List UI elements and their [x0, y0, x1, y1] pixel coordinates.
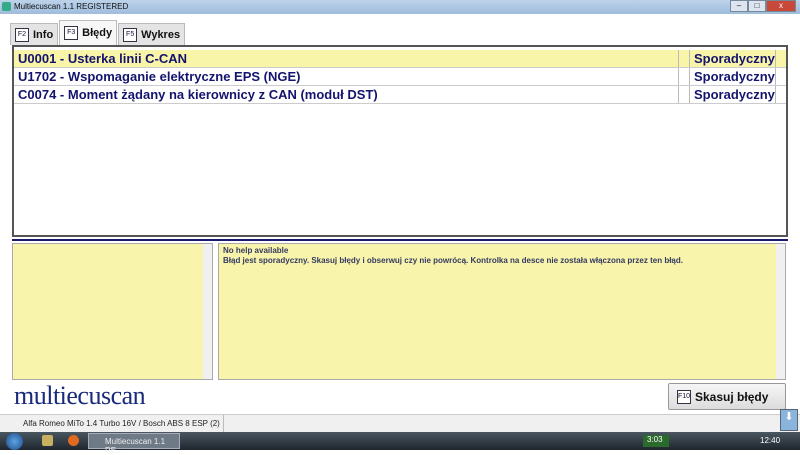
- error-status: Sporadyczny: [689, 68, 775, 85]
- button-label: Skasuj błędy: [695, 389, 769, 404]
- tab-bar: F2 Info F3 Błędy F5 Wykres: [10, 20, 186, 45]
- vehicle-info: Alfa Romeo MiTo 1.4 Turbo 16V / Bosch AB…: [20, 415, 224, 432]
- error-row[interactable]: U1702 - Wspomaganie elektryczne EPS (NGE…: [14, 68, 786, 86]
- tray-time: 3:03: [643, 435, 669, 447]
- start-button[interactable]: [6, 433, 23, 450]
- firefox-icon[interactable]: [68, 435, 79, 446]
- tab-bledy[interactable]: F3 Błędy: [59, 20, 118, 45]
- freeze-frame-panel[interactable]: [12, 243, 213, 380]
- divider: [12, 239, 788, 241]
- fkey-badge: F3: [64, 26, 79, 40]
- tab-wykres[interactable]: F5 Wykres: [118, 23, 186, 45]
- tab-label: Błędy: [82, 27, 113, 39]
- error-status: Sporadyczny: [689, 50, 775, 67]
- window-title: Multiecuscan 1.1 REGISTERED: [14, 2, 129, 11]
- fkey-badge: F10: [677, 389, 691, 404]
- fkey-badge: F5: [123, 27, 138, 42]
- taskbar-task[interactable]: Multiecuscan 1.1 RE...: [88, 433, 180, 455]
- error-status: Sporadyczny: [689, 86, 775, 103]
- explorer-icon[interactable]: [42, 435, 53, 446]
- tab-label: Info: [33, 28, 54, 41]
- download-icon[interactable]: ⬇: [780, 409, 798, 431]
- error-code: C0074 - Moment żądany na kierownicy z CA…: [18, 87, 378, 102]
- status-bar: Alfa Romeo MiTo 1.4 Turbo 16V / Bosch AB…: [0, 414, 800, 432]
- tab-label: Wykres: [141, 28, 181, 41]
- clear-errors-button[interactable]: F10 Skasuj błędy: [668, 383, 786, 410]
- maximize-button[interactable]: □: [748, 0, 766, 12]
- error-row[interactable]: C0074 - Moment żądany na kierownicy z CA…: [14, 86, 786, 104]
- error-code: U0001 - Usterka linii C-CAN: [18, 51, 188, 66]
- help-text: Błąd jest sporadyczny. Skasuj błędy i ob…: [223, 256, 683, 265]
- help-panel[interactable]: No help available Błąd jest sporadyczny.…: [218, 243, 786, 380]
- help-title: No help available: [223, 246, 289, 255]
- fkey-badge: F2: [15, 27, 29, 42]
- minimize-button[interactable]: –: [730, 0, 748, 12]
- logo: multiecuscan: [14, 381, 146, 410]
- error-row[interactable]: U0001 - Usterka linii C-CAN Sporadyczny: [14, 50, 786, 68]
- title-bar: Multiecuscan 1.1 REGISTERED – □ x: [0, 0, 800, 14]
- scrollbar[interactable]: [203, 244, 212, 379]
- error-code: U1702 - Wspomaganie elektryczne EPS (NGE…: [18, 69, 301, 84]
- app-icon: [2, 2, 11, 11]
- close-button[interactable]: x: [766, 0, 796, 12]
- scrollbar[interactable]: [776, 244, 785, 379]
- tab-info[interactable]: F2 Info: [10, 23, 59, 45]
- error-list[interactable]: U0001 - Usterka linii C-CAN Sporadyczny U…: [12, 45, 788, 237]
- taskbar: Multiecuscan 1.1 RE... 3:03 12:40: [0, 432, 800, 455]
- clock: 12:40: [760, 436, 781, 445]
